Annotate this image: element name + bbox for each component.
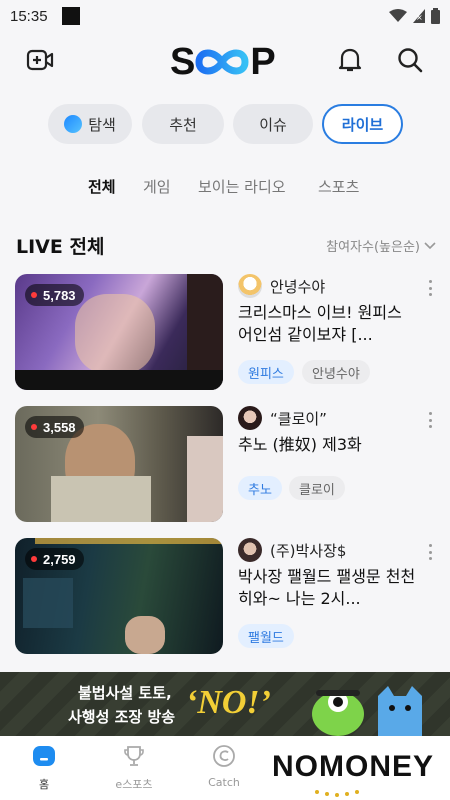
soop-logo: S P bbox=[170, 40, 276, 83]
avatar[interactable] bbox=[238, 406, 262, 430]
search-button[interactable] bbox=[392, 42, 428, 78]
live-dot-icon bbox=[31, 424, 37, 430]
tab-label: 홈 bbox=[38, 778, 50, 791]
stream-thumbnail[interactable]: 3,558 bbox=[15, 406, 223, 522]
wifi-icon bbox=[389, 9, 407, 22]
stream-card[interactable]: 5,783 안녕수야 크리스마스 이브! 원피스 어인섬 같이보쟈 [... 원… bbox=[0, 274, 450, 392]
subtab-sports[interactable]: 스포츠 bbox=[318, 176, 359, 197]
tag-category[interactable]: 원피스 bbox=[238, 360, 294, 384]
stream-card[interactable]: 3,558 “클로이” 추노 (推奴) 제3화 추노 클로이 bbox=[0, 406, 450, 524]
ad-banner[interactable]: 불법사설 토토, 사행성 조장 방송 ‘NO!’ bbox=[0, 672, 450, 736]
channel-name[interactable]: 안녕수야 bbox=[270, 276, 325, 297]
logo-infinity-mark bbox=[195, 42, 249, 82]
stars-decoration-icon bbox=[315, 790, 359, 797]
watermark-text: NOMONEY bbox=[272, 750, 435, 783]
viewer-count-badge: 5,783 bbox=[25, 284, 84, 306]
subtab-game[interactable]: 게임 bbox=[143, 176, 171, 197]
sort-dropdown[interactable]: 참여자수(높은순) bbox=[326, 236, 436, 255]
tab-esports[interactable]: e스포츠 bbox=[94, 736, 174, 800]
tab-home[interactable]: 홈 bbox=[4, 736, 84, 800]
notifications-button[interactable] bbox=[332, 42, 368, 78]
sort-label: 참여자수(높은순) bbox=[326, 240, 420, 255]
subtab-all[interactable]: 전체 bbox=[88, 176, 116, 197]
viewer-count-badge: 2,759 bbox=[25, 548, 84, 570]
svg-text:×: × bbox=[416, 13, 423, 22]
chip-live[interactable]: 라이브 bbox=[322, 104, 403, 144]
tag-streamer[interactable]: 안녕수야 bbox=[302, 360, 370, 384]
channel-name[interactable]: “클로이” bbox=[270, 408, 327, 429]
chip-label: 탐색 bbox=[88, 115, 116, 134]
signal-icon: × bbox=[413, 9, 425, 23]
viewer-count: 3,558 bbox=[43, 419, 76, 435]
ad-no-text: ‘NO!’ bbox=[186, 684, 271, 721]
app-header: S P bbox=[0, 32, 450, 90]
ad-text-line2: 사행성 조장 방송 bbox=[68, 708, 176, 726]
tab-label: e스포츠 bbox=[115, 778, 153, 791]
stream-card[interactable]: 2,759 (주)박사장$ 박사장 팰월드 팰생문 천천히와~ 나는 2시...… bbox=[0, 538, 450, 656]
avatar[interactable] bbox=[238, 538, 262, 562]
ad-text-line1: 불법사설 토토, bbox=[78, 684, 172, 702]
chip-label: 라이브 bbox=[341, 115, 384, 134]
avatar[interactable] bbox=[238, 274, 262, 298]
section-title: LIVE 전체 bbox=[16, 236, 105, 258]
compass-icon bbox=[64, 115, 83, 133]
tag-streamer[interactable]: 클로이 bbox=[289, 476, 345, 500]
catch-icon bbox=[213, 745, 235, 767]
more-options-icon[interactable] bbox=[424, 278, 436, 298]
channel-name[interactable]: (주)박사장$ bbox=[270, 540, 346, 561]
tag-category[interactable]: 추노 bbox=[238, 476, 282, 500]
status-time: 15:35 bbox=[10, 7, 48, 25]
stream-title[interactable]: 추노 (推奴) 제3화 bbox=[238, 434, 418, 456]
stream-thumbnail[interactable]: 2,759 bbox=[15, 538, 223, 654]
status-icons: × bbox=[389, 8, 440, 24]
chip-issue[interactable]: 이슈 bbox=[233, 104, 313, 144]
bell-icon bbox=[338, 48, 362, 72]
more-options-icon[interactable] bbox=[424, 542, 436, 562]
mascot-icon bbox=[312, 690, 364, 736]
tag-category[interactable]: 팰월드 bbox=[238, 624, 294, 648]
chevron-down-icon bbox=[424, 241, 436, 249]
trophy-icon bbox=[124, 746, 144, 766]
live-subtabs: 전체 게임 보이는 라디오 스포츠 bbox=[0, 176, 450, 200]
stream-title[interactable]: 크리스마스 이브! 원피스 어인섬 같이보쟈 [... bbox=[238, 302, 418, 346]
status-bar: 15:35 × bbox=[0, 0, 450, 32]
create-stream-button[interactable] bbox=[22, 42, 58, 78]
video-add-icon bbox=[26, 49, 54, 71]
live-dot-icon bbox=[31, 292, 37, 298]
chip-recommend[interactable]: 추천 bbox=[142, 104, 224, 144]
chip-label: 이슈 bbox=[259, 115, 287, 134]
viewer-count-badge: 3,558 bbox=[25, 416, 84, 438]
notification-icon bbox=[61, 7, 80, 25]
stream-thumbnail[interactable]: 5,783 bbox=[15, 274, 223, 390]
battery-icon bbox=[431, 8, 440, 24]
more-options-icon[interactable] bbox=[424, 410, 436, 430]
viewer-count: 2,759 bbox=[43, 551, 76, 567]
home-icon bbox=[33, 746, 55, 766]
category-chips: 탐색 추천 이슈 라이브 bbox=[0, 104, 450, 146]
cat-mascot-icon bbox=[378, 686, 422, 736]
subtab-radio[interactable]: 보이는 라디오 bbox=[198, 176, 286, 197]
viewer-count: 5,783 bbox=[43, 287, 76, 303]
live-dot-icon bbox=[31, 556, 37, 562]
stream-title[interactable]: 박사장 팰월드 팰생문 천천히와~ 나는 2시... bbox=[238, 566, 418, 610]
chip-explore[interactable]: 탐색 bbox=[48, 104, 132, 144]
chip-label: 추천 bbox=[169, 115, 197, 134]
search-icon bbox=[398, 48, 423, 73]
nomoney-watermark: NOMONEY bbox=[248, 746, 450, 800]
